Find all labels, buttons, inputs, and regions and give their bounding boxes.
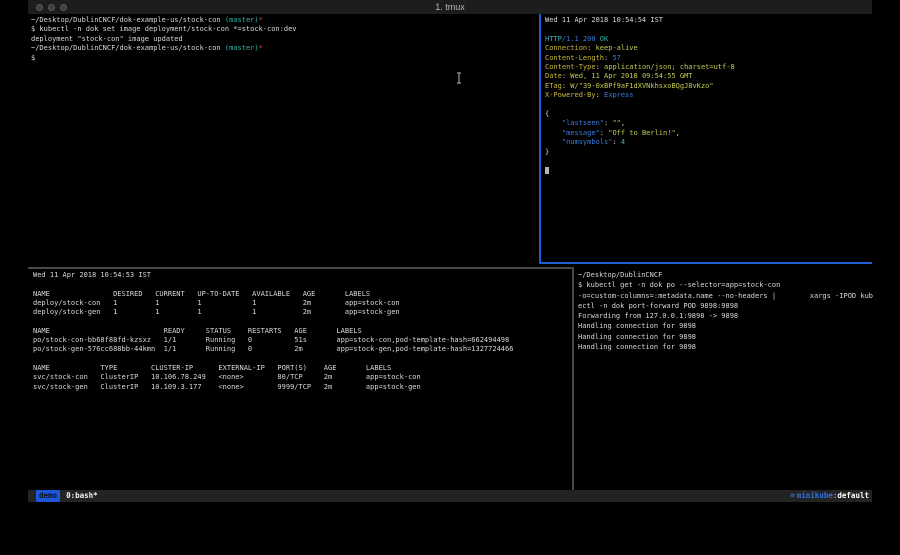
pane-kubectl-watch[interactable]: Wed 11 Apr 2018 10:54:53 IST NAME DESIRE… xyxy=(33,271,573,392)
terminal-line: Wed 11 Apr 2018 10:54:54 IST xyxy=(545,16,869,25)
terminal-line: $ kubectl get -n dok po --selector=app=s… xyxy=(578,280,870,290)
terminal-line: -o=custom-columns=:metadata.name --no-he… xyxy=(578,291,870,301)
terminal-line xyxy=(545,157,869,166)
terminal-line: svc/stock-con ClusterIP 10.106.78.249 <n… xyxy=(33,373,573,382)
terminal-line: Handling connection for 9898 xyxy=(578,342,870,352)
terminal-line xyxy=(33,355,573,364)
terminal-line: Content-Length: 57 xyxy=(545,54,869,63)
terminal-line: ~/Desktop/DublinCNCF xyxy=(578,270,870,280)
terminal-line: Connection: keep-alive xyxy=(545,44,869,53)
pane-shell-set-image[interactable]: ~/Desktop/DublinCNCF/dok-example-us/stoc… xyxy=(31,16,536,63)
terminal-line: Content-Type: application/json; charset=… xyxy=(545,63,869,72)
terminal-line: ETag: W/"39-0xBPf9aF1dXVNkhsxoBQgJ8vKzo" xyxy=(545,82,869,91)
terminal-line xyxy=(545,101,869,110)
terminal-line: Handling connection for 9898 xyxy=(578,332,870,342)
terminal-line: NAME DESIRED CURRENT UP-TO-DATE AVAILABL… xyxy=(33,290,573,299)
terminal-line: $ kubectl -n dok set image deployment/st… xyxy=(31,25,536,34)
terminal-line: } xyxy=(545,148,869,157)
window-title: 1. tmux xyxy=(28,0,872,14)
kube-cluster-name: minikube xyxy=(797,490,833,502)
terminal-line: $ xyxy=(31,54,536,63)
terminal-line: "message": "Off to Berlin!", xyxy=(545,129,869,138)
mouse-text-cursor-icon xyxy=(456,72,463,84)
terminal-line: X-Powered-By: Express xyxy=(545,91,869,100)
pane-divider-vertical-top[interactable] xyxy=(539,14,541,262)
pane-divider-horizontal-left[interactable] xyxy=(28,267,574,269)
titlebar[interactable]: 1. tmux xyxy=(28,0,872,14)
pane-http-response[interactable]: Wed 11 Apr 2018 10:54:54 IST HTTP/1.1 20… xyxy=(545,16,869,177)
terminal-line: HTTP/1.1 200 OK xyxy=(545,35,869,44)
terminal-line xyxy=(33,317,573,326)
terminal-line: deploy/stock-gen 1 1 1 1 2m app=stock-ge… xyxy=(33,308,573,317)
pane-port-forward[interactable]: ~/Desktop/DublinCNCF$ kubectl get -n dok… xyxy=(578,270,870,352)
terminal-line: ectl -n dok port-forward POD 9898:9898 xyxy=(578,301,870,311)
pane-divider-horizontal-right[interactable] xyxy=(539,262,872,264)
session-name: demo xyxy=(36,490,60,502)
terminal-line: svc/stock-gen ClusterIP 10.109.3.177 <no… xyxy=(33,383,573,392)
terminal-line: { xyxy=(545,110,869,119)
terminal-line xyxy=(545,167,869,177)
terminal-line: Date: Wed, 11 Apr 2018 09:54:55 GMT xyxy=(545,72,869,81)
terminal-line xyxy=(33,280,573,289)
kubernetes-helm-icon: ☸ xyxy=(790,490,795,502)
terminal-line: deployment "stock-con" image updated xyxy=(31,35,536,44)
terminal-line: NAME READY STATUS RESTARTS AGE LABELS xyxy=(33,327,573,336)
terminal-line: Handling connection for 9898 xyxy=(578,321,870,331)
status-right: ☸ minikube : default xyxy=(790,490,869,502)
desktop: 1. tmux ~/Desktop/DublinCNCF/dok-example… xyxy=(0,0,900,555)
terminal-window: 1. tmux ~/Desktop/DublinCNCF/dok-example… xyxy=(28,0,872,502)
kube-namespace: default xyxy=(837,490,869,502)
terminal-line: ~/Desktop/DublinCNCF/dok-example-us/stoc… xyxy=(31,16,536,25)
terminal-line: "lastseen": "", xyxy=(545,119,869,128)
tmux-status-bar: demo 0:bash* ☸ minikube : default xyxy=(28,490,872,502)
terminal-line xyxy=(545,25,869,34)
terminal-line: Forwarding from 127.0.0.1:9898 -> 9898 xyxy=(578,311,870,321)
pane-divider-vertical-bottom[interactable] xyxy=(572,267,574,490)
terminal-line: po/stock-gen-576cc688bb-44kmn 1/1 Runnin… xyxy=(33,345,573,354)
terminal-line: ~/Desktop/DublinCNCF/dok-example-us/stoc… xyxy=(31,44,536,53)
terminal-line: po/stock-con-bb68f88fd-kzsxz 1/1 Running… xyxy=(33,336,573,345)
terminal-line: "numsymbols": 4 xyxy=(545,138,869,147)
window-tab-bash[interactable]: 0:bash* xyxy=(66,490,98,502)
terminal-line: Wed 11 Apr 2018 10:54:53 IST xyxy=(33,271,573,280)
terminal-line: NAME TYPE CLUSTER-IP EXTERNAL-IP PORT(S)… xyxy=(33,364,573,373)
terminal-line: deploy/stock-con 1 1 1 1 2m app=stock-co… xyxy=(33,299,573,308)
